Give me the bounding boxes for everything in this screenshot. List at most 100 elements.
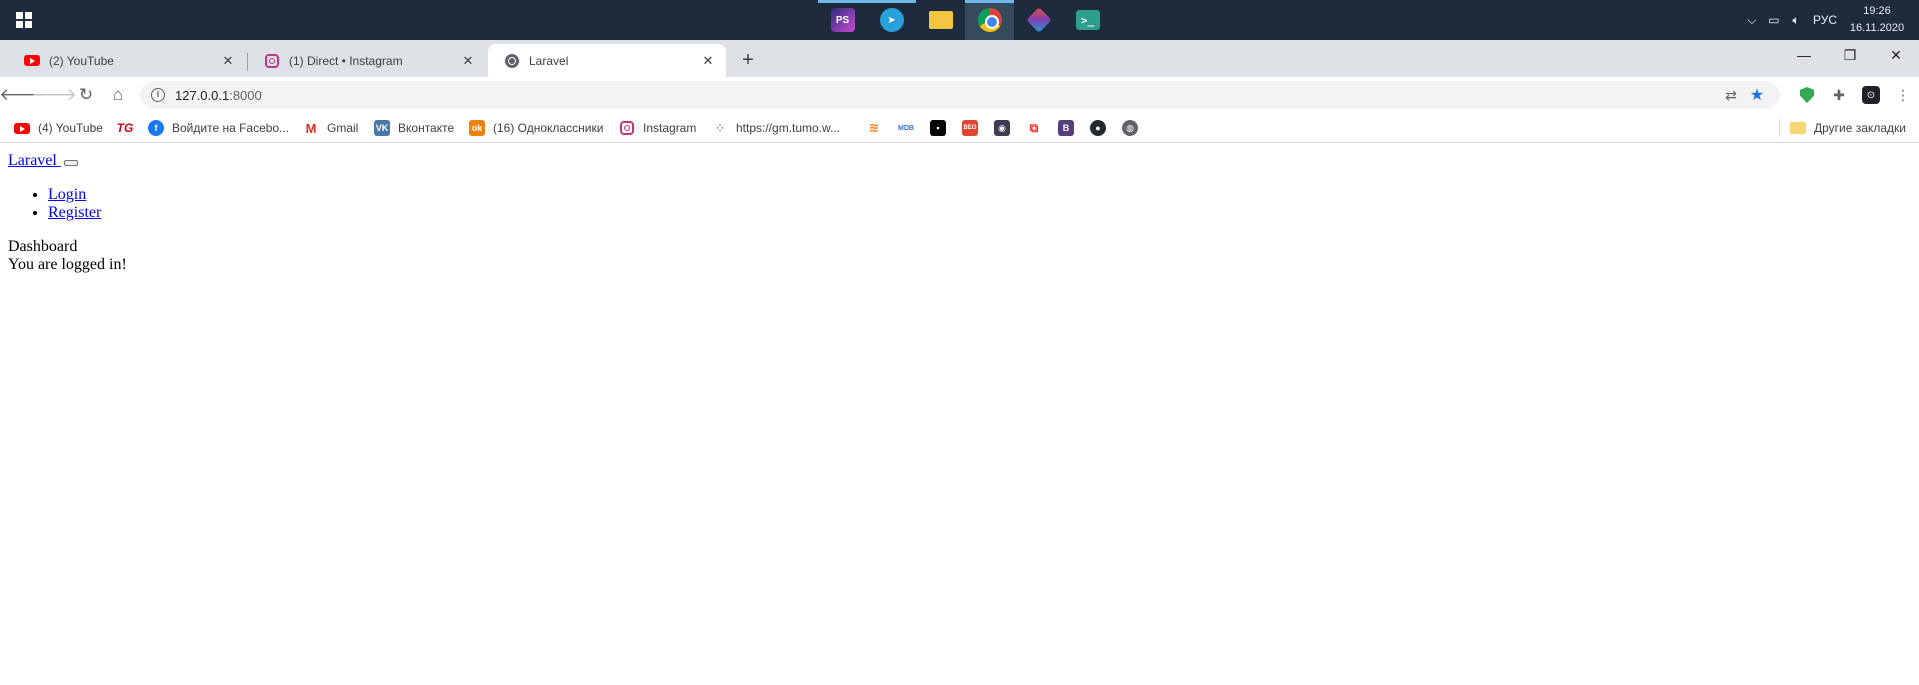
bookmark-vk[interactable]: VK Вконтакте <box>374 113 454 143</box>
github-icon: ● <box>1090 120 1106 136</box>
window-controls: — ❐ ✕ <box>1781 40 1919 70</box>
bookmark-label: (16) Одноклассники <box>493 121 604 135</box>
card-header: Dashboard <box>8 238 78 255</box>
bookmark-tumo[interactable]: ⁘ https://gm.tumo.w... <box>712 113 840 143</box>
chrome-icon <box>977 8 1002 32</box>
system-tray: ⌵ ▭ 🔈︎ РУС 19:26 16.11.2020 <box>1741 0 1919 40</box>
extensions-area: ✚ ⊙ ⋮ <box>1791 81 1919 109</box>
bookmarks-separator <box>1779 119 1780 137</box>
home-button[interactable]: ⌂ <box>104 81 132 109</box>
chevron-up-icon[interactable]: ⌵ <box>1741 0 1763 40</box>
bookmark-stackoverflow[interactable]: ≋ <box>866 113 882 143</box>
url-host: 127.0.0.1 <box>175 87 230 103</box>
kebab-menu-icon[interactable]: ⋮ <box>1887 81 1919 109</box>
vk-icon: VK <box>374 120 390 136</box>
bookmark-star-icon[interactable]: ★ <box>1744 81 1770 109</box>
navbar-toggler-button[interactable] <box>63 160 78 166</box>
bookmark-beo[interactable]: BEO <box>962 113 978 143</box>
bookmark-bootstrap[interactable]: B <box>1058 113 1074 143</box>
dark-site-icon: ◉ <box>994 120 1010 136</box>
tab-youtube[interactable]: (2) YouTube ✕ <box>8 44 246 77</box>
url-text[interactable]: 127.0.0.1:8000 <box>175 88 262 103</box>
tg-logo-icon: TG <box>116 121 134 135</box>
dots-icon: ⁘ <box>716 122 724 133</box>
browser-toolbar: 🡐 🡒 ↻ ⌂ i 127.0.0.1:8000 ⇄ ★ ✚ ⊙ ⋮ <box>0 77 1919 113</box>
reload-button[interactable]: ↻ <box>72 81 100 109</box>
close-icon[interactable]: ✕ <box>218 51 238 71</box>
gmail-icon: M <box>305 120 317 136</box>
bookmark-mdb[interactable]: MDB <box>898 113 914 143</box>
bookmark-github[interactable]: ● <box>1090 113 1106 143</box>
taskbar-app-chrome[interactable] <box>965 0 1014 40</box>
start-button[interactable] <box>0 0 48 40</box>
bookmark-jetbrains[interactable]: ▪ <box>930 113 946 143</box>
omnibox-actions: ⇄ ★ <box>1718 81 1770 109</box>
nav-item-login: Login <box>48 186 1911 204</box>
adguard-shield-icon[interactable] <box>1791 81 1823 109</box>
youtube-icon <box>14 120 30 136</box>
bookmark-tg[interactable]: TG <box>116 113 134 143</box>
tab-laravel[interactable]: Laravel ✕ <box>488 44 726 77</box>
volume-icon[interactable]: 🔈︎ <box>1785 0 1807 40</box>
clock-date: 16.11.2020 <box>1849 22 1905 34</box>
bookmark-laravel[interactable]: ⧉ <box>1026 113 1042 143</box>
forward-button[interactable]: 🡒 <box>31 81 77 109</box>
windows-logo-icon <box>16 12 32 28</box>
tab-instagram[interactable]: (1) Direct • Instagram ✕ <box>248 44 486 77</box>
tab-title: (1) Direct • Instagram <box>289 53 403 68</box>
instagram-icon <box>264 53 280 69</box>
globe-icon <box>504 53 520 69</box>
telegram-icon: ➤ <box>879 8 904 32</box>
language-indicator[interactable]: РУС <box>1807 13 1847 27</box>
register-link[interactable]: Register <box>48 204 101 221</box>
info-icon[interactable]: i <box>151 88 165 102</box>
mdb-icon: MDB <box>898 124 914 132</box>
close-icon[interactable]: ✕ <box>698 51 718 71</box>
navbar-brand-link[interactable]: Laravel <box>8 152 61 169</box>
minimize-icon[interactable]: — <box>1781 40 1827 70</box>
bookmarks-bar: (4) YouTube TG f Войдите на Facebo... M … <box>0 113 1919 143</box>
taskbar-app-gitkraken[interactable] <box>1014 0 1063 40</box>
extension-black-icon[interactable]: ⊙ <box>1855 81 1887 109</box>
nav-item-register: Register <box>48 204 1911 222</box>
taskbar-app-explorer[interactable] <box>916 0 965 40</box>
bookmark-other-folder[interactable]: Другие закладки <box>1790 113 1906 143</box>
stackoverflow-icon: ≋ <box>868 120 880 135</box>
bookmark-label: https://gm.tumo.w... <box>736 121 841 135</box>
close-window-icon[interactable]: ✕ <box>1873 40 1919 70</box>
windows-taskbar: PS ➤ >_ ⌵ ▭ 🔈︎ РУС 19:26 16.11.2020 <box>0 0 1919 40</box>
bookmark-label: Вконтакте <box>398 121 455 135</box>
close-icon[interactable]: ✕ <box>458 51 478 71</box>
bootstrap-icon: B <box>1058 120 1074 136</box>
translate-icon[interactable]: ⇄ <box>1718 81 1744 109</box>
bookmark-ok[interactable]: ok (16) Одноклассники <box>469 113 603 143</box>
navbar: Laravel Login Register <box>8 152 1911 222</box>
page-viewport: Laravel Login Register Dashboard You are… <box>0 144 1919 685</box>
beo-icon: BEO <box>962 120 978 136</box>
address-bar[interactable]: i 127.0.0.1:8000 ⇄ ★ <box>140 81 1780 109</box>
extensions-puzzle-icon[interactable]: ✚ <box>1823 81 1855 109</box>
new-tab-button[interactable]: + <box>737 49 759 71</box>
bookmark-globe[interactable]: ◍ <box>1122 113 1138 143</box>
bookmark-dark-site[interactable]: ◉ <box>994 113 1010 143</box>
bookmark-facebook[interactable]: f Войдите на Facebo... <box>148 113 289 143</box>
bookmark-gmail[interactable]: M Gmail <box>303 113 359 143</box>
bookmark-instagram[interactable]: Instagram <box>619 113 696 143</box>
taskbar-app-telegram[interactable]: ➤ <box>867 0 916 40</box>
clock[interactable]: 19:26 16.11.2020 <box>1847 3 1919 37</box>
tab-strip: (2) YouTube ✕ (1) Direct • Instagram ✕ L… <box>0 40 1919 77</box>
globe-icon: ◍ <box>1122 120 1138 136</box>
facebook-icon: f <box>148 120 164 136</box>
folder-icon <box>928 11 953 29</box>
taskbar-app-terminal[interactable]: >_ <box>1063 0 1112 40</box>
terminal-icon: >_ <box>1075 10 1100 30</box>
nav-list: Login Register <box>8 186 1911 222</box>
bookmark-youtube[interactable]: (4) YouTube <box>14 113 103 143</box>
network-icon[interactable]: ▭ <box>1763 0 1785 40</box>
taskbar-app-phpstorm[interactable]: PS <box>818 0 867 40</box>
restore-icon[interactable]: ❐ <box>1827 40 1873 70</box>
card: Dashboard You are logged in! <box>8 238 1911 274</box>
login-link[interactable]: Login <box>48 186 86 203</box>
folder-icon <box>1790 122 1806 134</box>
clock-time: 19:26 <box>1863 5 1891 17</box>
